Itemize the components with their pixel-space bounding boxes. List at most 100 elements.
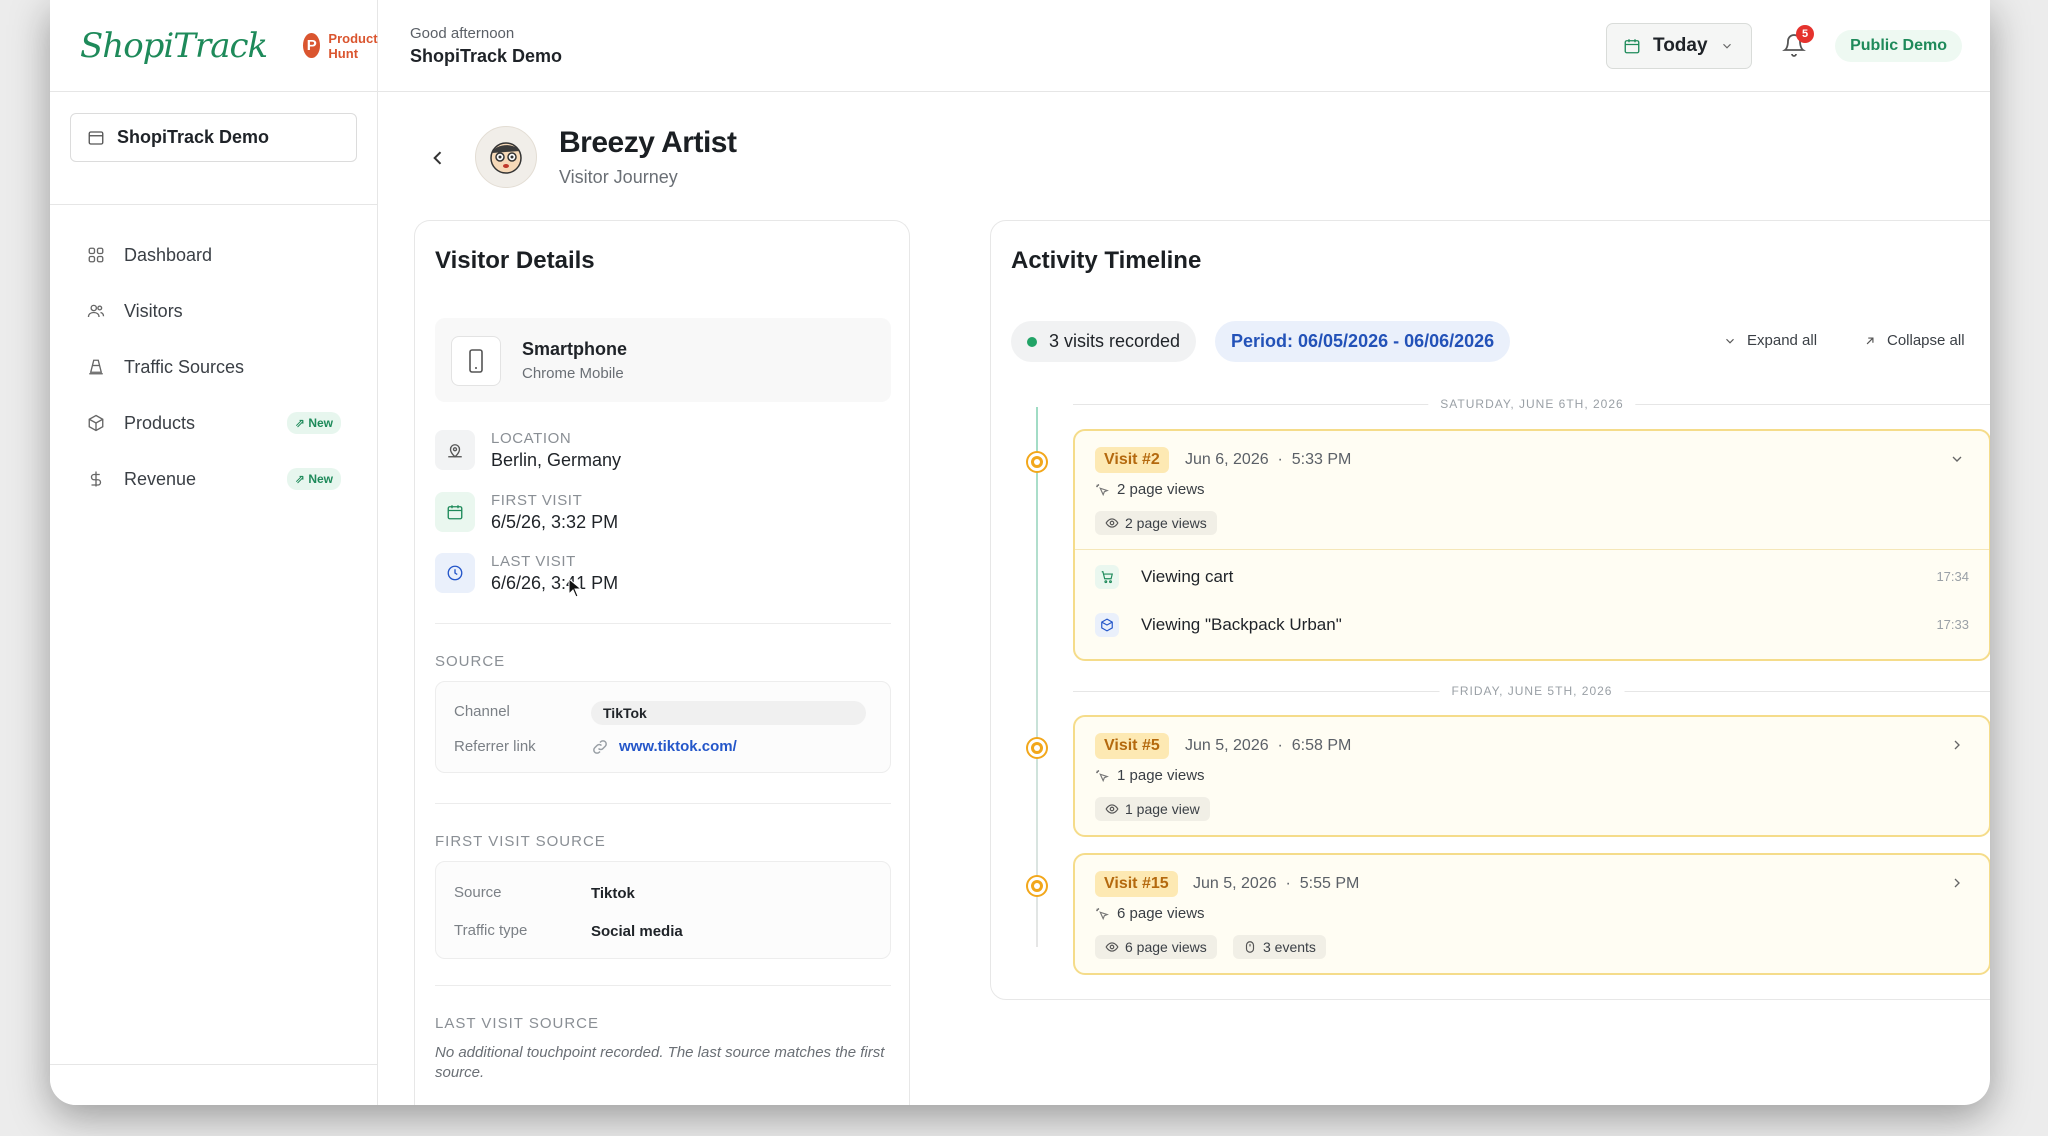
location-row: LOCATION Berlin, Germany (435, 426, 891, 476)
sidebar-item-label: Traffic Sources (124, 356, 245, 377)
referrer-key: Referrer link (454, 738, 536, 755)
activity-timeline-title: Activity Timeline (1011, 247, 1202, 274)
users-icon (86, 301, 106, 321)
cursor-click-icon (1096, 907, 1109, 920)
divider (435, 803, 891, 804)
visit-page-views: 2 page views (1095, 481, 1205, 498)
current-store-name: ShopiTrack Demo (410, 45, 563, 66)
date-range-dropdown[interactable]: Today (1606, 23, 1752, 69)
last-visit-value: 6/6/26, 3:41 PM (491, 573, 619, 593)
visit-date: Jun 6, 2026 · 5:33 PM (1185, 451, 1352, 468)
events-tag: 3 events (1233, 935, 1326, 959)
last-visit-row: LAST VISIT 6/6/26, 3:41 PM (435, 549, 891, 599)
first-visit-source-box: Source Tiktok Traffic type Social media (435, 861, 891, 959)
visitor-avatar (475, 126, 537, 188)
visit-card-expanded[interactable]: Visit #2 Jun 6, 2026 · 5:33 PM 2 page vi… (1073, 429, 1990, 661)
traffic-type-value: Social media (591, 923, 683, 940)
day-separator: FRIDAY, JUNE 5TH, 2026 (1073, 684, 1990, 698)
visit-page-views: 1 page views (1095, 767, 1205, 784)
timeline-node (1028, 877, 1046, 895)
page-views-tag: 6 page views (1095, 935, 1217, 959)
store-selector-wrap: ShopiTrack Demo (50, 113, 377, 205)
face-avatar-icon (490, 142, 522, 174)
chevron-right-icon[interactable] (1949, 875, 1965, 891)
store-icon (88, 130, 104, 145)
new-badge: ⇗ New (286, 412, 341, 434)
timeline-line (1036, 407, 1038, 947)
dollar-icon (86, 469, 106, 489)
device-info-box: Smartphone Chrome Mobile (435, 318, 891, 402)
first-visit-value: 6/5/26, 3:32 PM (491, 512, 619, 532)
day-label: FRIDAY, JUNE 5TH, 2026 (1439, 684, 1625, 698)
link-icon (593, 740, 607, 754)
visitor-name: Breezy Artist (559, 126, 737, 159)
expand-all-button[interactable]: Expand all (1723, 332, 1817, 349)
sidebar-item-visitors[interactable]: Visitors (50, 283, 377, 339)
store-selector[interactable]: ShopiTrack Demo (70, 113, 357, 162)
sidebar-item-label: Dashboard (124, 244, 213, 265)
source-box: Channel TikTok Referrer link www.tiktok.… (435, 681, 891, 773)
visit-page-views: 6 page views (1095, 905, 1205, 922)
date-range-label: Today (1653, 35, 1708, 56)
visit-date: Jun 5, 2026 · 5:55 PM (1193, 875, 1360, 892)
visit-number-badge: Visit #2 (1095, 447, 1169, 473)
event-label: Viewing cart (1141, 567, 1234, 586)
event-row: Viewing "Backpack Urban" 17:33 (1095, 605, 1969, 645)
sidebar-item-dashboard[interactable]: Dashboard (50, 227, 377, 283)
period-pill: Period: 06/05/2026 - 06/06/2026 (1215, 321, 1511, 362)
page-views-tag: 2 page views (1095, 511, 1217, 535)
smartphone-icon (451, 336, 501, 386)
product-hunt-label: Product Hunt (328, 30, 378, 61)
source-section-label: SOURCE (435, 653, 506, 670)
collapse-all-label: Collapse all (1887, 332, 1965, 349)
chevron-right-icon[interactable] (1949, 737, 1965, 753)
collapse-all-button[interactable]: Collapse all (1863, 332, 1965, 349)
dashboard-grid-icon (86, 245, 106, 265)
expand-all-label: Expand all (1747, 332, 1818, 349)
visit-card-collapsed[interactable]: Visit #15 Jun 5, 2026 · 5:55 PM 6 page v… (1073, 853, 1990, 975)
package-icon (86, 413, 106, 433)
event-time: 17:34 (1936, 569, 1969, 584)
package-icon (1095, 613, 1119, 637)
chevron-down-icon[interactable] (1949, 451, 1965, 467)
status-dot (1027, 336, 1037, 347)
channel-key: Channel (454, 703, 510, 720)
page-views-tag: 1 page view (1095, 797, 1210, 821)
activity-timeline-card: Activity Timeline 3 visits recorded Peri… (990, 220, 1990, 1000)
sidebar-item-label: Visitors (124, 300, 183, 321)
mouse-cursor-icon (568, 578, 582, 598)
arrow-up-right-icon (1866, 337, 1874, 344)
eye-icon (1105, 804, 1119, 814)
back-arrow-icon[interactable] (428, 146, 448, 170)
location-value: Berlin, Germany (491, 450, 622, 470)
event-divider (1075, 549, 1989, 550)
eye-icon (1105, 942, 1119, 952)
product-hunt-badge[interactable]: P Product Hunt (303, 31, 385, 61)
source-key: Source (454, 884, 502, 901)
traffic-type-key: Traffic type (454, 922, 528, 939)
day-label: SATURDAY, JUNE 6TH, 2026 (1428, 397, 1636, 411)
visit-card-collapsed[interactable]: Visit #5 Jun 5, 2026 · 6:58 PM 1 page vi… (1073, 715, 1990, 837)
sidebar-item-traffic-sources[interactable]: Traffic Sources (50, 339, 377, 395)
sidebar-item-revenue[interactable]: Revenue ⇗ New (50, 451, 377, 507)
store-selector-label: ShopiTrack Demo (117, 127, 270, 147)
product-hunt-icon: P (303, 33, 321, 58)
timeline-node (1028, 453, 1046, 471)
last-visit-label: LAST VISIT (491, 553, 576, 570)
public-demo-button[interactable]: Public Demo (1835, 30, 1962, 62)
event-time: 17:33 (1936, 617, 1969, 632)
first-visit-source-label: FIRST VISIT SOURCE (435, 833, 606, 850)
main-nav: Dashboard Visitors Traffic Sources Produ… (50, 205, 377, 507)
sidebar-item-products[interactable]: Products ⇗ New (50, 395, 377, 451)
first-visit-label: FIRST VISIT (491, 492, 583, 509)
visits-count-label: 3 visits recorded (1049, 331, 1181, 351)
timeline-node (1028, 739, 1046, 757)
referrer-link[interactable]: www.tiktok.com/ (619, 738, 737, 755)
sidebar-footer-divider (50, 1064, 377, 1065)
top-bar: Good afternoon ShopiTrack Demo Today 5 P… (378, 0, 1990, 92)
calendar-icon (1624, 39, 1640, 54)
location-label: LOCATION (491, 430, 572, 447)
clock-icon (435, 553, 475, 593)
sidebar-item-label: Products (124, 412, 196, 433)
shopitrack-logo[interactable]: ShopiTrack (80, 26, 268, 66)
